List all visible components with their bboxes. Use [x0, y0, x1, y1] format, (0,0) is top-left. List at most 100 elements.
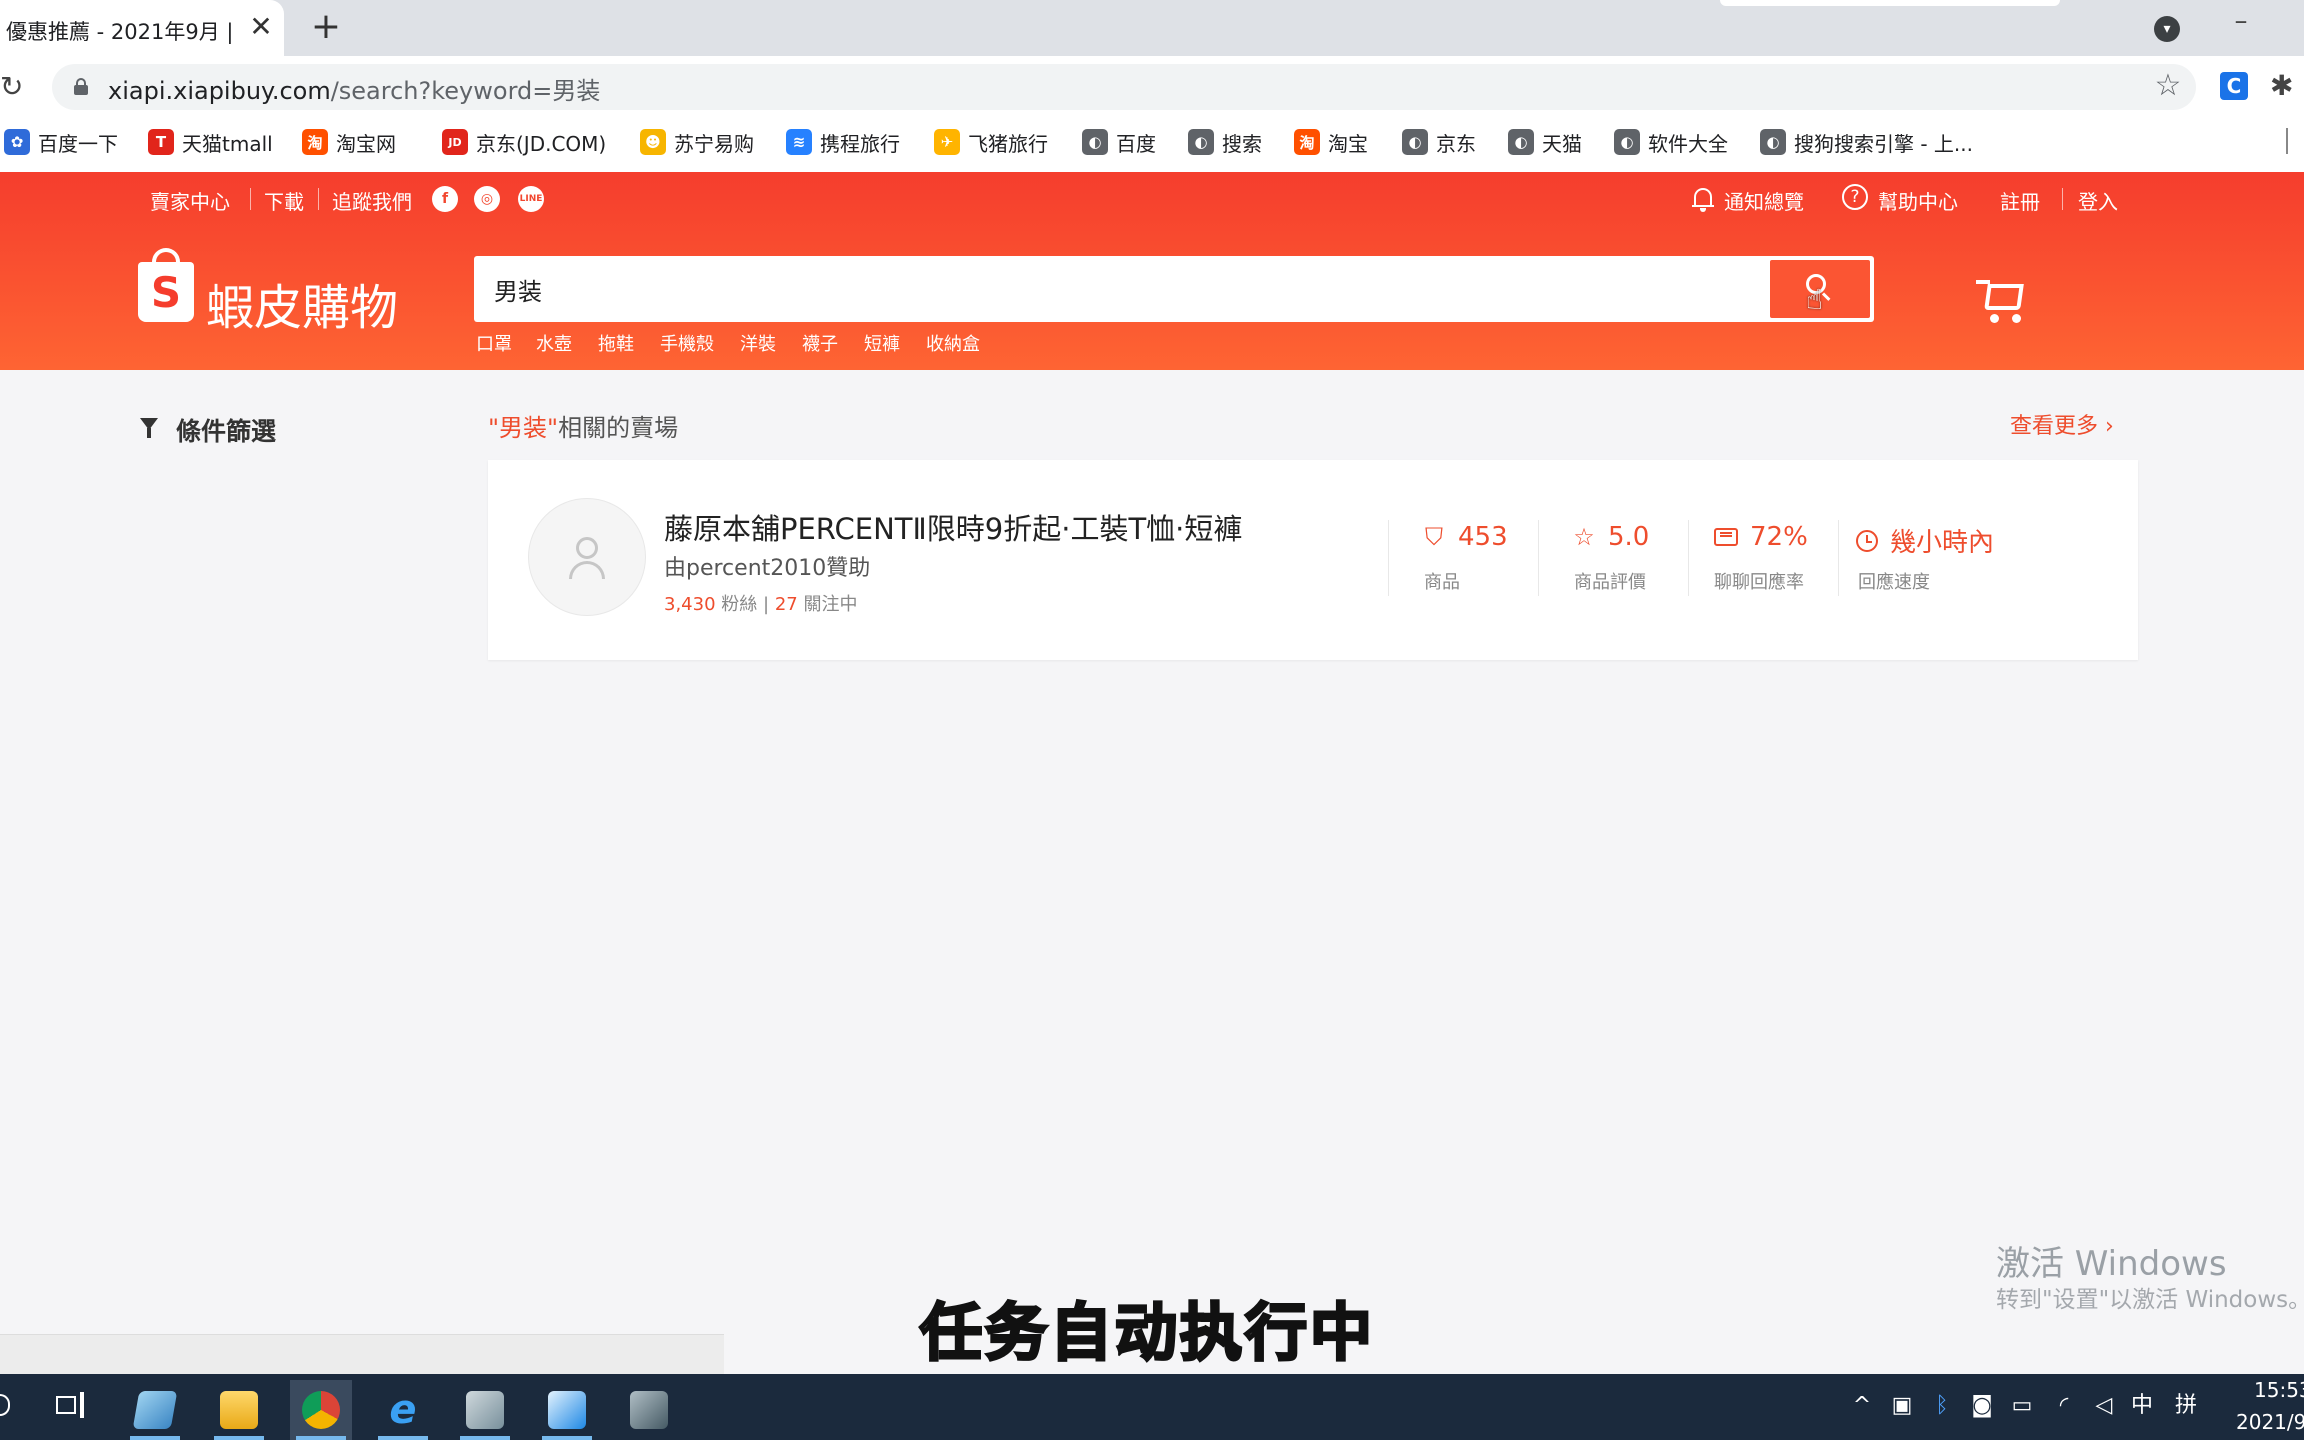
url-host: xiapi.xiapibuy.com: [108, 77, 331, 105]
followers-count: 3,430: [664, 594, 716, 615]
stat-response-time: 幾小時內: [1856, 522, 1994, 559]
globe-icon: ◐: [1188, 129, 1214, 155]
search-input[interactable]: [494, 256, 1744, 322]
tray-wifi-icon[interactable]: ◜: [2050, 1392, 2078, 1420]
bookmark-item[interactable]: ✈ 飞猪旅行: [934, 126, 1048, 158]
seller-center-link[interactable]: 賣家中心: [150, 186, 230, 215]
tray-network-pc-icon[interactable]: ▣: [1888, 1392, 1916, 1420]
ime-language[interactable]: 中: [2128, 1392, 2156, 1420]
cart-icon[interactable]: [1976, 276, 2034, 326]
stat-products-value: 453: [1458, 522, 1508, 552]
help-center-link[interactable]: 幫助中心: [1878, 186, 1958, 215]
stat-rating: ☆ 5.0: [1572, 522, 1649, 552]
tray-volume-icon[interactable]: ◁: [2090, 1392, 2118, 1420]
app-icon: [548, 1391, 586, 1429]
tab-close-icon[interactable]: ✕: [246, 10, 276, 44]
facebook-icon[interactable]: f: [432, 186, 458, 212]
user-placeholder-icon: [576, 537, 598, 559]
bookmark-item[interactable]: 淘淘宝: [1294, 126, 1368, 158]
shop-avatar[interactable]: [528, 498, 646, 616]
new-tab-button[interactable]: +: [306, 8, 346, 48]
bookmark-item[interactable]: ◐ 搜狗搜索引擎 - 上...: [1760, 126, 1973, 158]
task-view-icon[interactable]: [56, 1392, 86, 1418]
shopee-logo-text[interactable]: 蝦皮購物: [206, 268, 398, 338]
bookmark-label: 苏宁易购: [674, 131, 754, 156]
taskbar-app-ie[interactable]: e: [372, 1380, 434, 1440]
search-hint-link[interactable]: 水壺: [536, 330, 572, 356]
window-minimize-icon[interactable]: –: [2226, 8, 2256, 38]
search-hint-link[interactable]: 收納盒: [926, 330, 980, 356]
shirt-icon: ⛉: [1425, 523, 1443, 551]
extensions-puzzle-icon[interactable]: ✱: [2270, 70, 2304, 102]
line-icon[interactable]: LINE: [518, 186, 544, 212]
instagram-icon[interactable]: ◎: [474, 186, 500, 212]
meta-separator: |: [763, 594, 770, 615]
download-link[interactable]: 下載: [264, 186, 304, 215]
tray-chevron-up-icon[interactable]: ^: [1848, 1392, 1876, 1420]
bookmark-item[interactable]: ◐ 软件大全: [1614, 126, 1728, 158]
taskbar-app-4[interactable]: [454, 1380, 516, 1440]
bookmark-item[interactable]: ◐ 搜索: [1188, 126, 1262, 158]
tab-title: 優惠推薦 - 2021年9月 | 蝦: [6, 20, 236, 44]
login-link[interactable]: 登入: [2078, 186, 2118, 215]
hand-cursor-icon: ☝: [1806, 283, 1824, 316]
taskbar-app-5[interactable]: [536, 1380, 598, 1440]
see-more-link[interactable]: 查看更多 ›: [2010, 408, 2114, 440]
notifications-link[interactable]: 通知總覽: [1724, 186, 1804, 215]
bookmark-star-icon[interactable]: ☆: [2152, 70, 2184, 102]
clock-date[interactable]: 2021/9: [2236, 1410, 2304, 1434]
register-link[interactable]: 註冊: [2000, 186, 2040, 215]
bookmark-label: 京东: [1436, 131, 1476, 156]
horizontal-scrollbar[interactable]: [0, 1334, 724, 1375]
bookmark-label: 天猫tmall: [182, 131, 273, 156]
ime-mode[interactable]: 拼: [2172, 1392, 2200, 1420]
shopee-bag-logo-icon[interactable]: S: [138, 248, 194, 322]
bookmark-item[interactable]: ✿ 百度一下: [4, 126, 118, 158]
url-text[interactable]: xiapi.xiapibuy.com/search?keyword=男装: [108, 71, 600, 106]
bookmark-item[interactable]: JD 京东(JD.COM): [442, 126, 606, 158]
reload-icon[interactable]: ↻: [0, 72, 28, 102]
bookmark-label: 飞猪旅行: [968, 131, 1048, 156]
lock-icon[interactable]: [74, 78, 88, 95]
search-hint-link[interactable]: 手機殼: [660, 330, 714, 356]
taobao-icon: 淘: [1294, 129, 1320, 155]
extension-c-icon[interactable]: C: [2220, 72, 2248, 100]
bookmarks-overflow-icon[interactable]: [2286, 128, 2304, 154]
search-hint-link[interactable]: 口罩: [476, 330, 512, 356]
search-hint-link[interactable]: 短褲: [864, 330, 900, 356]
search-hint-link[interactable]: 拖鞋: [598, 330, 634, 356]
app-icon: [630, 1391, 668, 1429]
shop-followers: 3,430 粉絲 | 27 關注中: [664, 590, 857, 616]
search-hint-link[interactable]: 襪子: [802, 330, 838, 356]
taobao-icon: 淘: [302, 129, 328, 155]
shop-name[interactable]: 藤原本舖PERCENTⅡ限時9折起·工裝T恤·短褲: [664, 506, 1242, 548]
bookmark-item[interactable]: ◐ 天猫: [1508, 126, 1582, 158]
stat-response-rate: 72%: [1714, 522, 1808, 552]
taskbar-app-explorer[interactable]: [208, 1380, 270, 1440]
tray-app-icon[interactable]: ◙: [1968, 1392, 1996, 1420]
bookmark-item[interactable]: ◐ 京东: [1402, 126, 1476, 158]
stat-response-time-label: 回應速度: [1858, 572, 1930, 593]
chat-icon: [1714, 528, 1738, 546]
bookmark-item[interactable]: 淘淘宝网: [302, 126, 396, 158]
tray-battery-icon[interactable]: ▭: [2008, 1392, 2036, 1420]
stat-response-time-value: 幾小時內: [1890, 528, 1995, 558]
bell-icon[interactable]: [1692, 186, 1714, 212]
bookmark-item[interactable]: ◐ 百度: [1082, 126, 1156, 158]
taskbar-app-notes[interactable]: [124, 1380, 186, 1440]
clock-icon: [1856, 529, 1878, 552]
url-path: /search?keyword=男装: [330, 77, 601, 105]
bookmark-item[interactable]: ≋ 携程旅行: [786, 126, 900, 158]
taskbar-app-chrome[interactable]: [290, 1380, 352, 1440]
globe-icon: ◐: [1508, 129, 1534, 155]
bookmark-item[interactable]: T 天猫tmall: [148, 126, 273, 158]
following-count: 27: [774, 594, 798, 615]
clock-time[interactable]: 15:53: [2254, 1378, 2304, 1402]
search-hint-link[interactable]: 洋裝: [740, 330, 776, 356]
tray-bluetooth-icon[interactable]: ᛒ: [1928, 1392, 1956, 1420]
bookmark-item[interactable]: ☻ 苏宁易购: [640, 126, 754, 158]
chrome-menu-icon[interactable]: ▾: [2154, 16, 2180, 42]
logo-letter: S: [150, 268, 182, 317]
taskbar-app-6[interactable]: [618, 1380, 680, 1440]
help-icon[interactable]: ?: [1842, 184, 1868, 210]
